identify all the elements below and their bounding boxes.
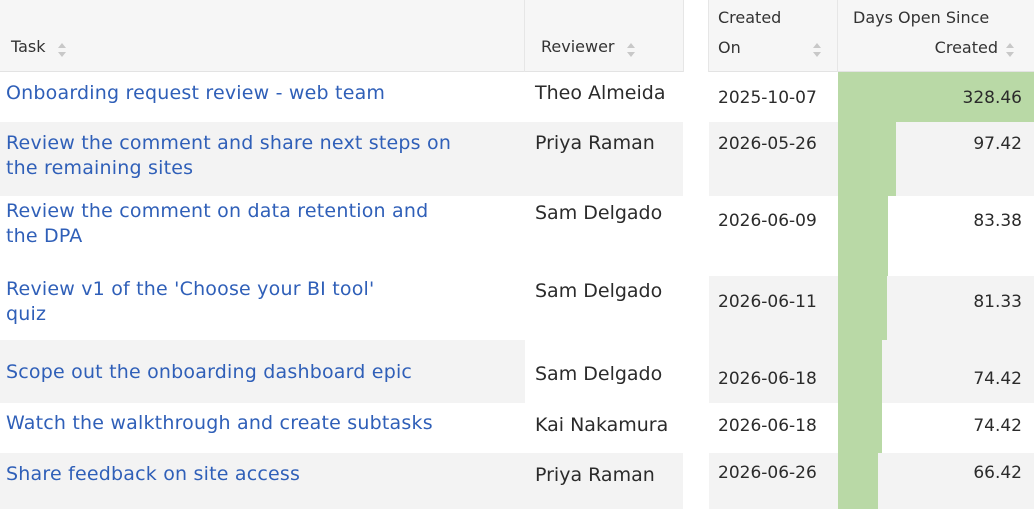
- header-days-label-line2: Created: [934, 38, 998, 57]
- column-gap: [683, 0, 709, 72]
- days-open-value: 97.42: [973, 134, 1022, 154]
- days-open-bar: [838, 122, 896, 196]
- task-cell: Review the comment and share next steps …: [0, 122, 525, 196]
- table-row: Review the comment and share next steps …: [0, 122, 1034, 196]
- reviewer-cell: Sam Delgado: [525, 196, 683, 276]
- task-link[interactable]: Scope out the onboarding dashboard epic: [6, 360, 511, 385]
- created-cell: 2026-05-26: [709, 122, 838, 196]
- created-date: 2026-06-18: [718, 369, 817, 389]
- table-row: Watch the walkthrough and create subtask…: [0, 403, 1034, 453]
- task-link[interactable]: Watch the walkthrough and create subtask…: [6, 411, 511, 436]
- sort-icon[interactable]: [813, 43, 821, 57]
- task-link[interactable]: Review the comment and share next steps …: [6, 131, 511, 181]
- days-open-cell: 97.42: [838, 122, 1034, 196]
- created-cell: 2025-10-07: [709, 72, 838, 122]
- days-open-cell: 74.42: [838, 340, 1034, 403]
- sort-icon[interactable]: [627, 43, 635, 57]
- reviewer-cell: Theo Almeida: [525, 72, 683, 122]
- created-date: 2025-10-07: [718, 88, 817, 108]
- column-divider: [683, 0, 684, 72]
- header-task[interactable]: Task: [0, 0, 525, 72]
- days-open-cell: 66.42: [838, 453, 1034, 509]
- days-open-cell: 74.42: [838, 403, 1034, 453]
- reviewer-cell: Priya Raman: [525, 453, 683, 509]
- created-cell: 2026-06-11: [709, 276, 838, 340]
- task-cell: Watch the walkthrough and create subtask…: [0, 403, 525, 453]
- header-days-label-line1: Days Open Since: [853, 8, 990, 27]
- reviewer-name: Kai Nakamura: [535, 414, 669, 436]
- reviewer-cell: Priya Raman: [525, 122, 683, 196]
- days-open-bar: [838, 403, 882, 453]
- days-open-value: 74.42: [973, 369, 1022, 389]
- reviewer-cell: Sam Delgado: [525, 340, 683, 403]
- created-cell: 2026-06-18: [709, 340, 838, 403]
- reviewer-cell: Sam Delgado: [525, 276, 683, 340]
- header-created-on[interactable]: Created On: [709, 0, 838, 72]
- reviewer-name: Sam Delgado: [535, 202, 663, 224]
- reviewer-cell: Kai Nakamura: [525, 403, 683, 453]
- created-date: 2026-06-18: [718, 416, 817, 436]
- reviewer-name: Priya Raman: [535, 132, 655, 154]
- sort-icon[interactable]: [1006, 43, 1014, 57]
- reviewer-name: Priya Raman: [535, 464, 655, 486]
- days-open-value: 81.33: [973, 292, 1022, 312]
- task-cell: Scope out the onboarding dashboard epic: [0, 340, 525, 403]
- task-cell: Review v1 of the 'Choose your BI tool' qu…: [0, 276, 525, 340]
- header-created-label-line2: On: [718, 38, 741, 57]
- table-row: Onboarding request review - web team The…: [0, 72, 1034, 122]
- task-cell: Onboarding request review - web team: [0, 72, 525, 122]
- task-table: Task Reviewer Created On Days Open Since…: [0, 0, 1034, 509]
- reviewer-name: Sam Delgado: [535, 363, 663, 385]
- created-date: 2026-05-26: [718, 134, 817, 154]
- days-open-value: 83.38: [973, 211, 1022, 231]
- created-cell: 2026-06-09: [709, 196, 838, 276]
- task-link[interactable]: Review the comment on data retention and…: [6, 199, 511, 249]
- task-cell: Share feedback on site access: [0, 453, 525, 509]
- reviewer-name: Sam Delgado: [535, 280, 663, 302]
- created-date: 2026-06-26: [718, 463, 817, 483]
- task-link[interactable]: Onboarding request review - web team: [6, 81, 511, 106]
- table-row: Review v1 of the 'Choose your BI tool' qu…: [0, 276, 1034, 340]
- days-open-cell: 83.38: [838, 196, 1034, 276]
- created-cell: 2026-06-18: [709, 403, 838, 453]
- created-date: 2026-06-09: [718, 211, 817, 231]
- created-cell: 2026-06-26: [709, 453, 838, 509]
- days-open-value: 74.42: [973, 416, 1022, 436]
- days-open-value: 66.42: [973, 463, 1022, 483]
- days-open-bar: [838, 196, 888, 276]
- header-reviewer[interactable]: Reviewer: [525, 0, 683, 72]
- header-reviewer-label: Reviewer: [541, 37, 615, 56]
- days-open-bar: [838, 340, 882, 403]
- header-created-label-line1: Created: [718, 8, 782, 27]
- table-row: Share feedback on site access Priya Rama…: [0, 453, 1034, 509]
- task-link[interactable]: Share feedback on site access: [6, 462, 511, 487]
- table-row: Scope out the onboarding dashboard epic …: [0, 340, 1034, 403]
- days-open-cell: 81.33: [838, 276, 1034, 340]
- reviewer-name: Theo Almeida: [535, 82, 666, 104]
- header-days-open[interactable]: Days Open Since Created: [838, 0, 1034, 72]
- created-date: 2026-06-11: [718, 292, 817, 312]
- task-cell: Review the comment on data retention and…: [0, 196, 525, 276]
- table-row: Review the comment on data retention and…: [0, 196, 1034, 276]
- days-open-value: 328.46: [962, 88, 1022, 108]
- header-task-label: Task: [11, 37, 46, 56]
- days-open-bar: [838, 453, 878, 509]
- days-open-bar: [838, 276, 887, 340]
- sort-icon[interactable]: [58, 43, 66, 57]
- days-open-cell: 328.46: [838, 72, 1034, 122]
- task-link[interactable]: Review v1 of the 'Choose your BI tool' qu…: [6, 277, 511, 327]
